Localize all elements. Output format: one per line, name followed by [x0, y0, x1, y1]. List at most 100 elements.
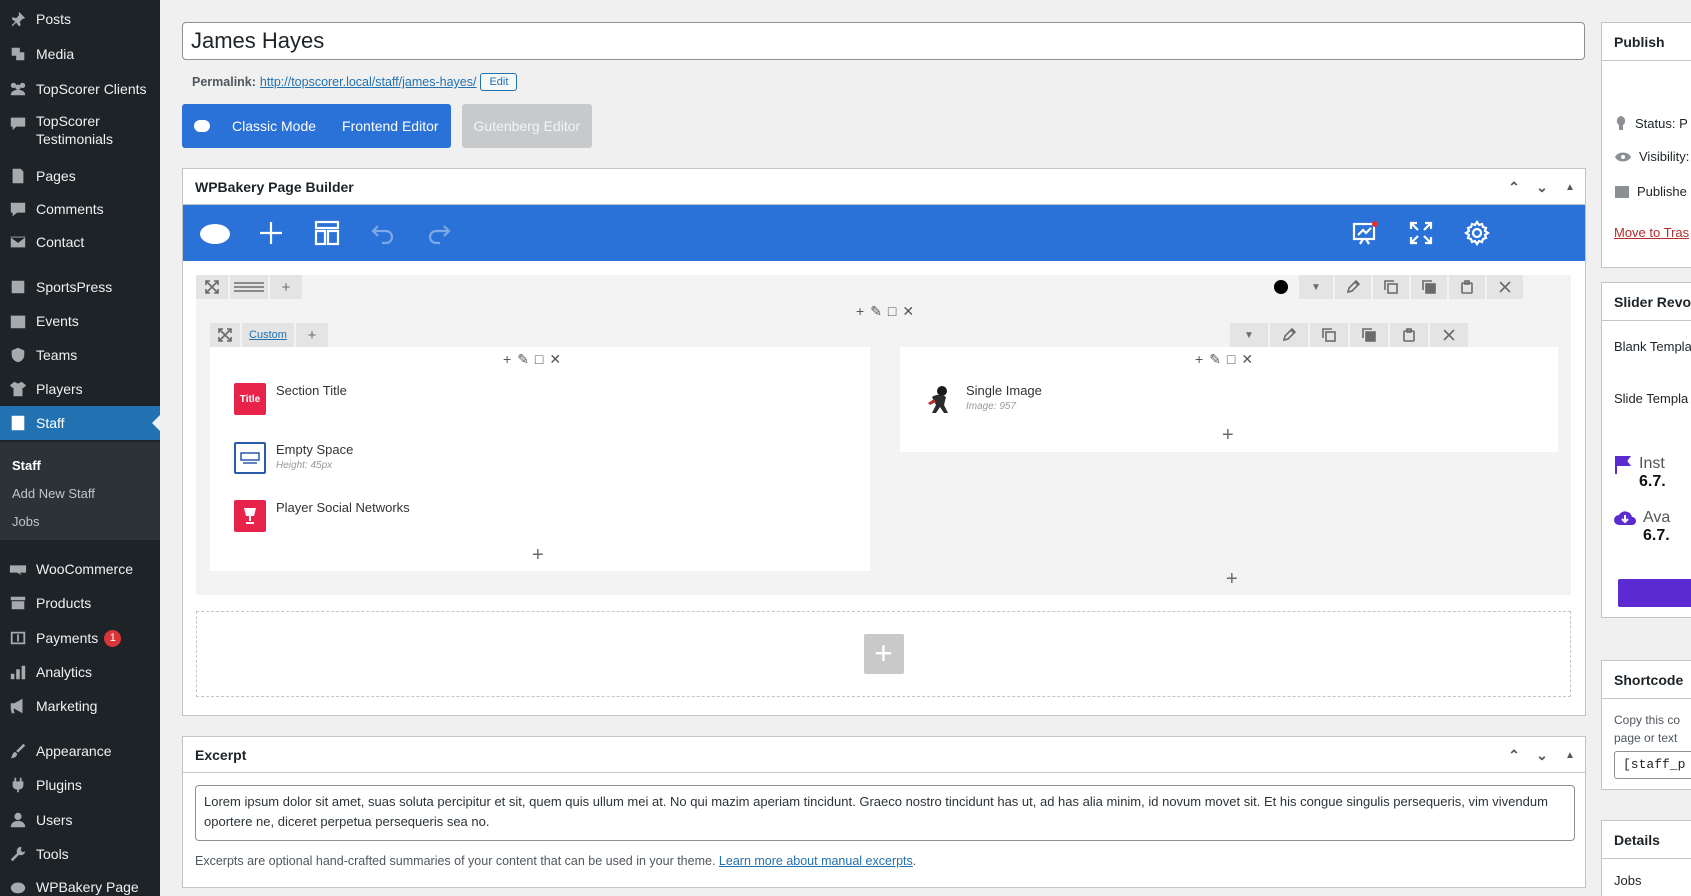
inner-row-edit-icon[interactable] — [1270, 323, 1308, 347]
menu-payments[interactable]: Payments 1 — [0, 621, 160, 655]
menu-staff[interactable]: Staff — [0, 406, 160, 440]
shield-icon — [0, 346, 36, 364]
submenu-add-new-staff[interactable]: Add New Staff — [12, 486, 95, 501]
inner-row-paste-icon[interactable] — [1390, 323, 1428, 347]
row-toggle-icon[interactable]: ▼ — [1299, 275, 1333, 299]
slider-update-button[interactable] — [1618, 579, 1691, 607]
column-edit-icon[interactable]: ✎ — [870, 303, 882, 320]
wpbakery-postbox: WPBakery Page Builder ⌃ ⌄ ▲ + ▼ + ✎ □ ✕ … — [182, 168, 1586, 716]
collapse-toggle-icon[interactable]: ▲ — [1561, 750, 1579, 761]
menu-topscorer-clients[interactable]: TopScorer Clients — [0, 72, 160, 106]
menu-woocommerce[interactable]: WooCommerce — [0, 552, 160, 586]
classic-mode-button[interactable]: Classic Mode — [232, 118, 316, 134]
wpbakery-title: WPBakery Page Builder — [195, 178, 354, 195]
settings-gear-icon[interactable] — [1457, 205, 1497, 261]
inner-column-edit-icon[interactable]: ✎ — [1209, 351, 1221, 368]
permalink-link[interactable]: http://topscorer.local/staff/james-hayes… — [260, 75, 477, 89]
element-single-image[interactable]: Single Image Image: 957 — [924, 383, 1042, 415]
inner-column-add-icon[interactable]: + — [1195, 351, 1203, 368]
details-title: Details — [1602, 821, 1691, 859]
collapse-toggle-icon[interactable]: ▲ — [1561, 182, 1579, 193]
move-down-icon[interactable]: ⌄ — [1533, 747, 1551, 764]
move-up-icon[interactable]: ⌃ — [1505, 179, 1523, 196]
menu-teams[interactable]: Teams — [0, 338, 160, 372]
details-box: Details Jobs — [1601, 820, 1691, 896]
menu-events[interactable]: Events — [0, 304, 160, 338]
seo-insights-icon[interactable] — [1345, 205, 1385, 261]
element-player-social-networks[interactable]: Player Social Networks — [234, 500, 410, 532]
permalink-label: Permalink: — [192, 75, 256, 89]
menu-tools[interactable]: Tools — [0, 837, 160, 871]
row-copy-icon[interactable] — [1411, 275, 1447, 299]
add-element-button[interactable]: + — [863, 634, 904, 674]
menu-pages[interactable]: Pages — [0, 159, 160, 193]
menu-sportspress[interactable]: SportsPress — [0, 270, 160, 304]
inner-row-drag-icon[interactable] — [210, 323, 240, 347]
menu-analytics[interactable]: Analytics — [0, 655, 160, 689]
shortcode-field[interactable]: [staff_p — [1614, 751, 1691, 779]
column-add-icon[interactable]: + — [856, 303, 864, 320]
inner-column-add-element-icon[interactable]: + — [1222, 425, 1234, 445]
menu-wpbakery[interactable]: WPBakery Page — [0, 870, 160, 896]
templates-icon[interactable] — [307, 205, 347, 261]
move-up-icon[interactable]: ⌃ — [1505, 747, 1523, 764]
slide-template-option[interactable]: Slide Templa — [1614, 391, 1688, 406]
frontend-editor-button[interactable]: Frontend Editor — [342, 118, 439, 134]
postbox-controls: ⌃ ⌄ ▲ — [1505, 737, 1579, 773]
inner-row-clone-icon[interactable] — [1310, 323, 1348, 347]
inner-row-delete-icon[interactable] — [1430, 323, 1468, 347]
menu-posts[interactable]: Posts — [0, 2, 160, 36]
column-paste-icon[interactable]: □ — [888, 303, 896, 320]
menu-plugins[interactable]: Plugins — [0, 768, 160, 802]
fullscreen-icon[interactable] — [1401, 205, 1441, 261]
row-layout-icon[interactable] — [230, 275, 268, 299]
menu-appearance[interactable]: Appearance — [0, 734, 160, 768]
row-drag-icon[interactable] — [196, 275, 228, 299]
element-empty-space[interactable]: Empty Space Height: 45px — [234, 442, 353, 474]
row-delete-icon[interactable] — [1487, 275, 1523, 299]
move-down-icon[interactable]: ⌄ — [1533, 179, 1551, 196]
inner-column-add-icon[interactable]: + — [503, 351, 511, 368]
submenu-staff[interactable]: Staff — [12, 458, 41, 473]
submenu-jobs[interactable]: Jobs — [12, 514, 39, 529]
menu-media[interactable]: Media — [0, 37, 160, 71]
add-element-icon[interactable] — [251, 205, 291, 261]
wpbakery-cloud-icon[interactable] — [195, 205, 235, 261]
move-to-trash-link[interactable]: Move to Tras — [1614, 225, 1689, 240]
element-section-title[interactable]: Title Section Title — [234, 383, 347, 415]
menu-marketing[interactable]: Marketing — [0, 689, 160, 723]
inner-row-custom-label[interactable]: Custom — [242, 323, 294, 347]
inner-column-add-element-icon[interactable]: + — [532, 545, 544, 565]
menu-comments[interactable]: Comments — [0, 192, 160, 226]
undo-icon[interactable] — [363, 205, 403, 261]
column-delete-icon[interactable]: ✕ — [902, 303, 914, 320]
inner-column-paste-icon[interactable]: □ — [535, 351, 543, 368]
inner-column-delete-icon[interactable]: ✕ — [549, 351, 561, 368]
installed-version: Inst 6.7. — [1614, 455, 1666, 491]
menu-topscorer-testimonials[interactable]: TopScorer Testimonials — [0, 112, 160, 156]
inner-row-add-icon[interactable]: + — [296, 323, 328, 347]
inner-row-toggle-icon[interactable]: ▼ — [1230, 323, 1268, 347]
inner-column-paste-icon[interactable]: □ — [1227, 351, 1235, 368]
blank-template-option[interactable]: Blank Templa — [1614, 339, 1691, 354]
inner-column-delete-icon[interactable]: ✕ — [1241, 351, 1253, 368]
redo-icon[interactable] — [419, 205, 459, 261]
row-clone-icon[interactable] — [1373, 275, 1409, 299]
row-add-column-icon[interactable]: + — [270, 275, 302, 299]
menu-contact[interactable]: Contact — [0, 225, 160, 259]
inner-row-copy-icon[interactable] — [1350, 323, 1388, 347]
menu-players[interactable]: Players — [0, 372, 160, 406]
menu-users[interactable]: Users — [0, 803, 160, 837]
row-color-dot-icon[interactable] — [1265, 275, 1297, 299]
gutenberg-editor-button[interactable]: Gutenberg Editor — [461, 104, 593, 148]
inner-column-edit-icon[interactable]: ✎ — [517, 351, 529, 368]
menu-products[interactable]: Products — [0, 586, 160, 620]
excerpt-help-link[interactable]: Learn more about manual excerpts — [719, 854, 913, 868]
inner-column-controls: + ✎ □ ✕ — [1195, 351, 1253, 368]
edit-permalink-button[interactable]: Edit — [480, 73, 518, 91]
row-edit-icon[interactable] — [1335, 275, 1371, 299]
row-paste-icon[interactable] — [1449, 275, 1485, 299]
excerpt-textarea[interactable]: Lorem ipsum dolor sit amet, suas soluta … — [195, 785, 1575, 841]
post-title-input[interactable]: James Hayes — [182, 22, 1585, 60]
column-add-element-icon[interactable]: + — [1226, 569, 1238, 589]
